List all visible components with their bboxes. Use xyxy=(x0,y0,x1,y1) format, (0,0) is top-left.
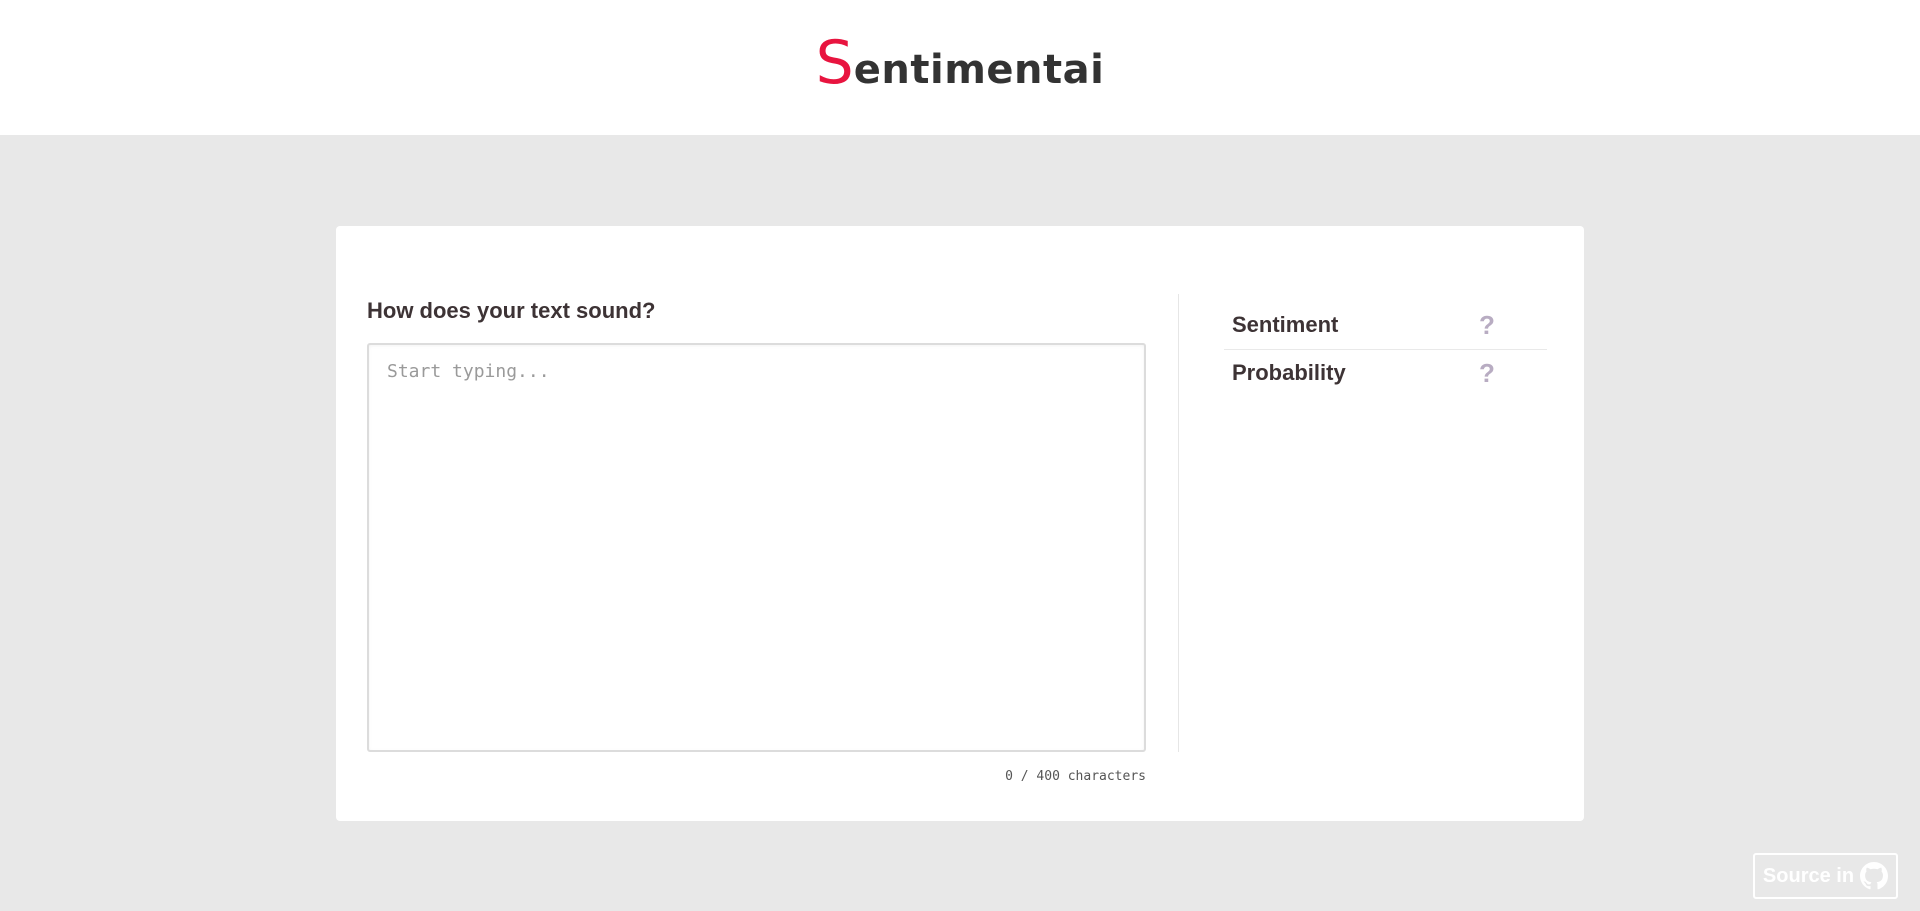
column-divider xyxy=(1178,294,1179,752)
main-card: How does your text sound? 0 / 400 charac… xyxy=(336,226,1584,821)
logo-text: entimentai xyxy=(853,47,1105,93)
logo-initial: S xyxy=(815,28,854,98)
result-row-probability: Probability ? xyxy=(1224,350,1547,398)
results-panel: Sentiment ? Probability ? xyxy=(1224,302,1547,398)
app-logo: Sentimentai xyxy=(0,28,1920,98)
probability-value: ? xyxy=(1479,358,1495,388)
sentiment-value: ? xyxy=(1479,310,1495,340)
source-label: Source in xyxy=(1762,864,1855,887)
character-counter: 0 / 400 characters xyxy=(1005,769,1146,784)
sentiment-label: Sentiment xyxy=(1232,312,1339,337)
source-link-button[interactable]: Source in xyxy=(1753,853,1898,899)
input-heading: How does your text sound? xyxy=(367,298,656,323)
header: Sentimentai xyxy=(0,0,1920,135)
github-icon xyxy=(1860,862,1889,890)
text-input[interactable] xyxy=(367,343,1146,752)
probability-label: Probability xyxy=(1232,360,1346,385)
result-row-sentiment: Sentiment ? xyxy=(1224,302,1547,350)
